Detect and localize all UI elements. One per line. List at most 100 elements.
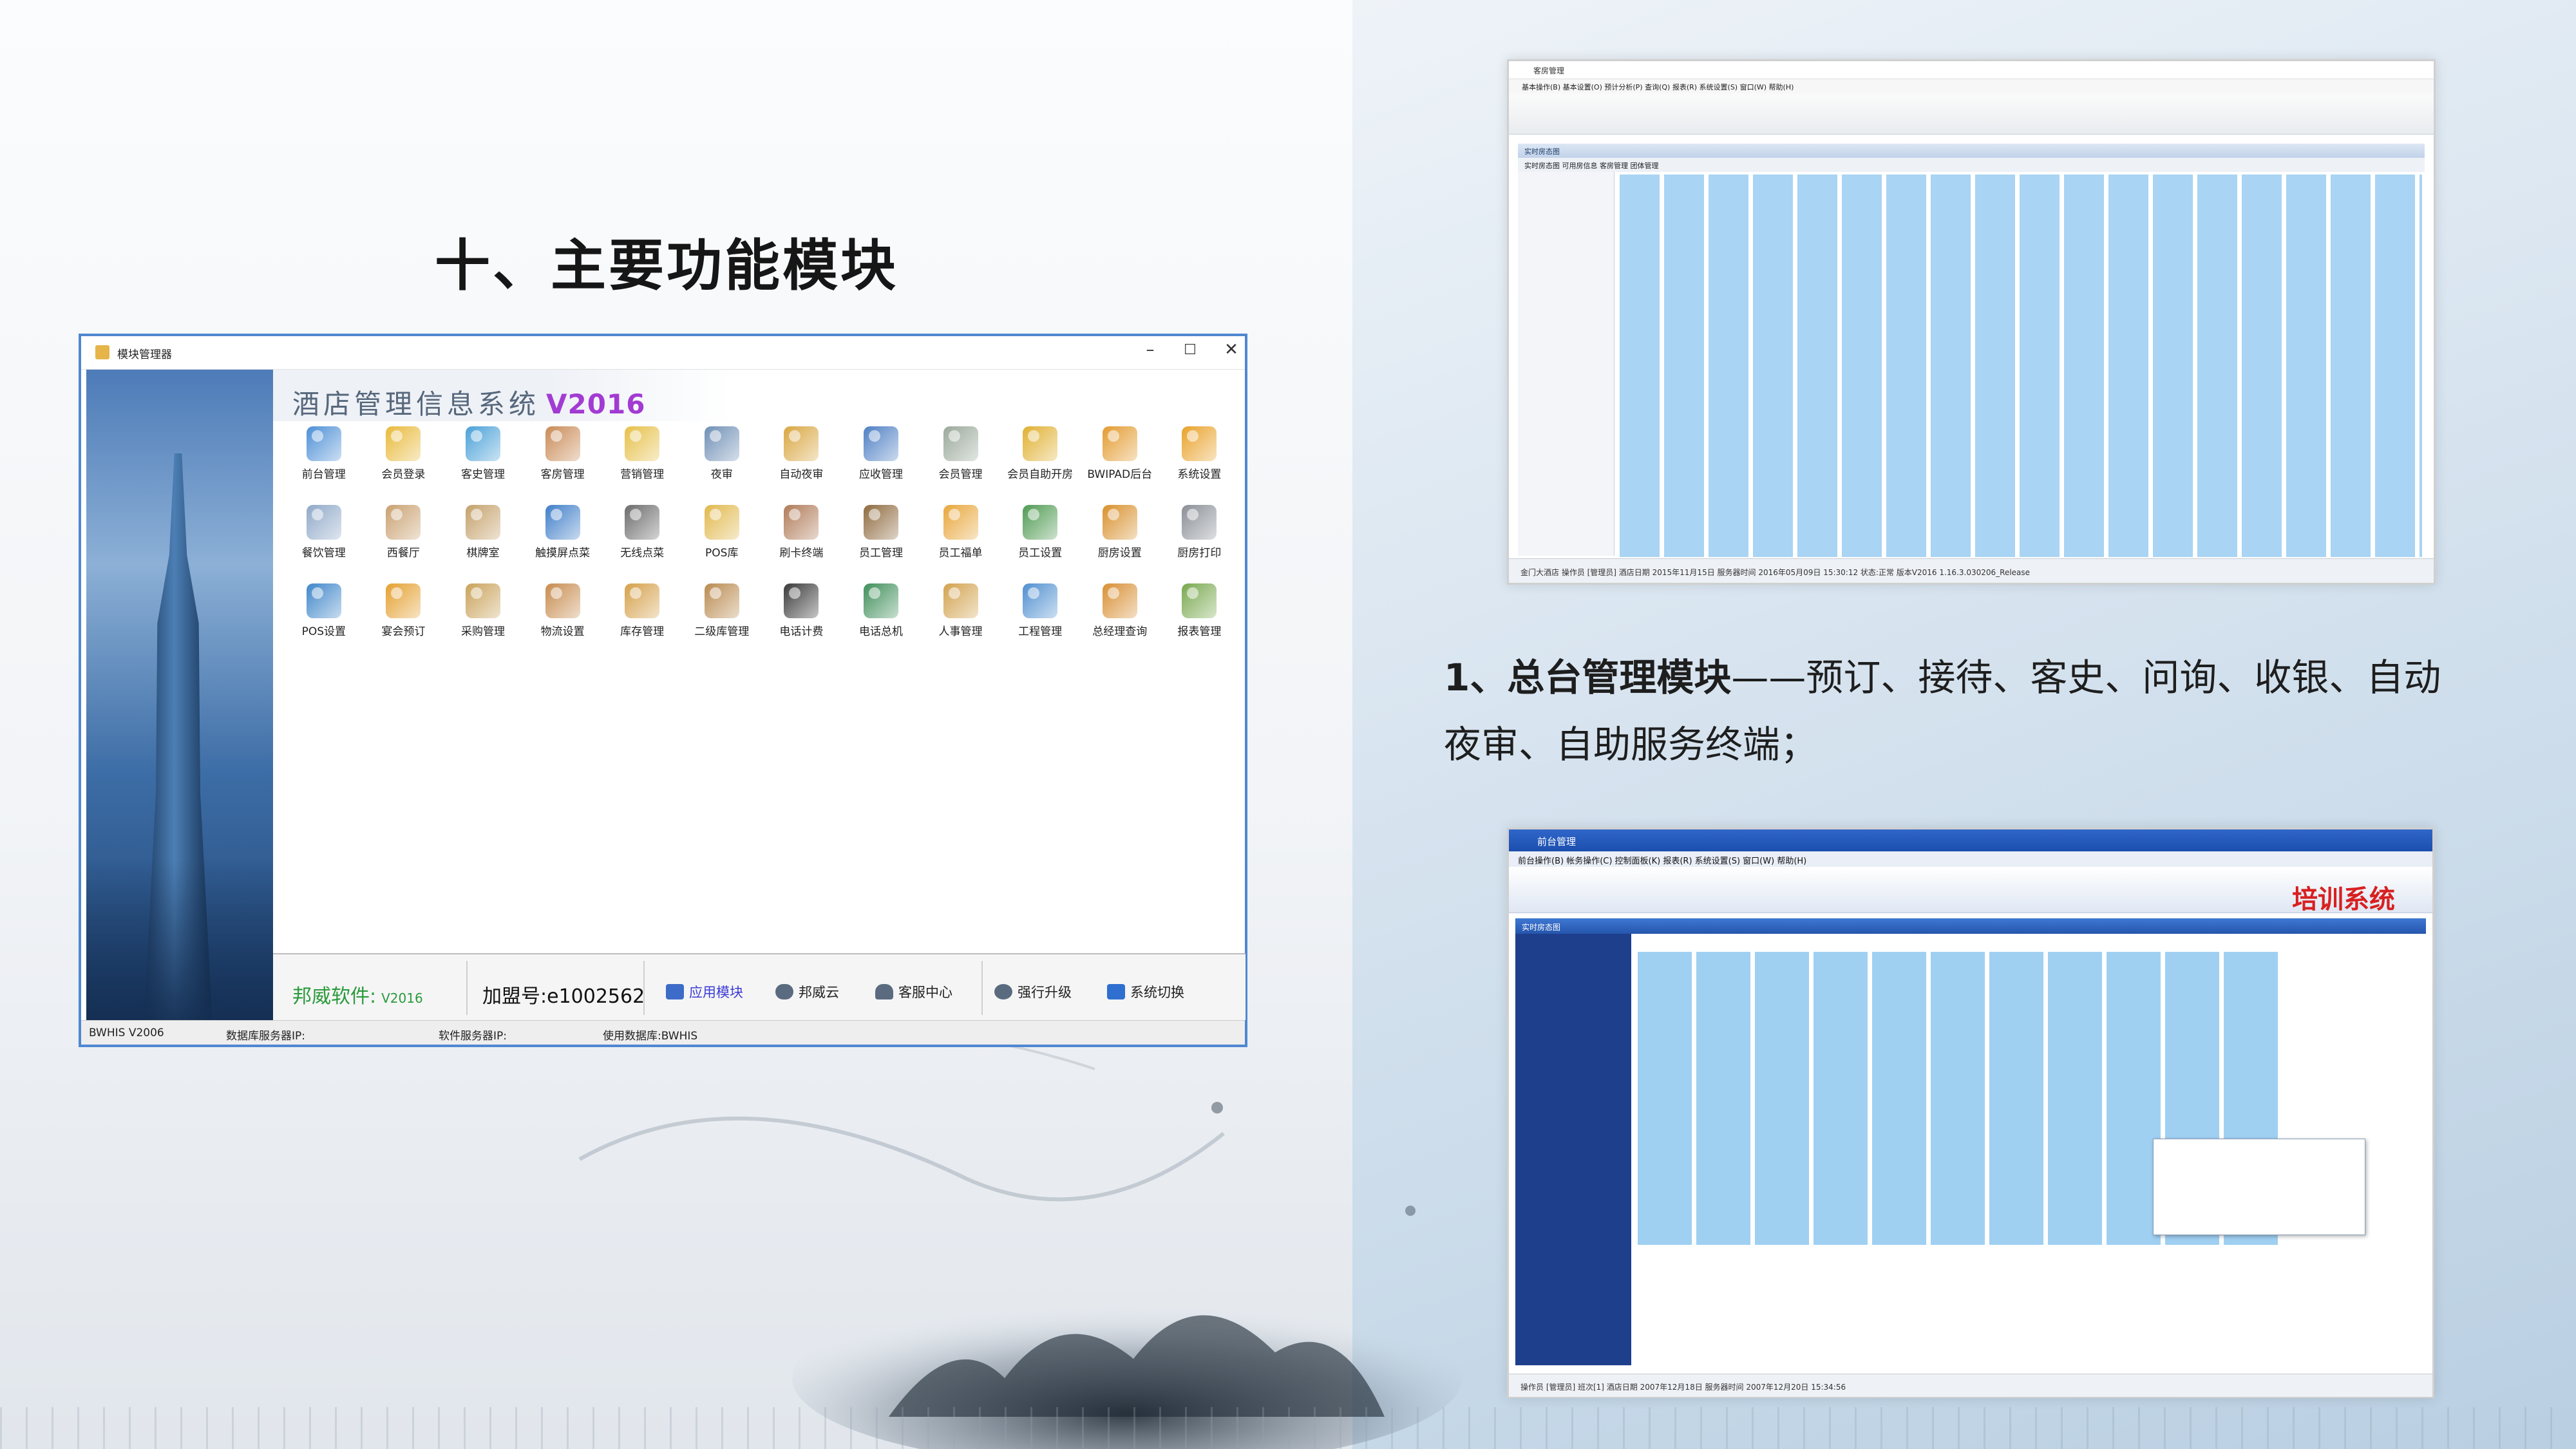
module-label: POS库 (705, 547, 739, 560)
module-item[interactable]: 西餐厅 (364, 505, 444, 583)
minimize-icon[interactable]: – (1137, 340, 1163, 359)
close-icon[interactable]: ✕ (1218, 340, 1244, 359)
fork-icon (465, 505, 500, 540)
join-number: 加盟号:e1002562 (482, 985, 645, 1008)
module-label: 物流设置 (540, 625, 585, 638)
module-item[interactable]: 无线点菜 (602, 505, 682, 583)
room-info-popup (2153, 1139, 2365, 1235)
description-line-2: 夜审、自助服务终端； (1444, 723, 1818, 766)
maximize-icon[interactable]: ☐ (1177, 342, 1203, 358)
module-item[interactable]: 报表管理 (1160, 583, 1240, 662)
force-upgrade-button[interactable]: 强行升级 (994, 982, 1072, 1001)
tower-image (86, 370, 273, 1020)
app-modules-button[interactable]: 应用模块 (666, 982, 743, 1001)
module-item[interactable]: 会员自助开房 (1000, 426, 1080, 505)
module-item[interactable]: 系统设置 (1160, 426, 1240, 505)
module-label: 员工管理 (858, 547, 903, 560)
filter-sidebar (1515, 934, 1631, 1365)
module-item[interactable]: 库存管理 (602, 583, 682, 662)
document-icon (943, 583, 978, 618)
report-icon (1182, 583, 1217, 618)
status-version: BWHIS V2006 (89, 1027, 164, 1039)
module-label: 采购管理 (460, 625, 505, 638)
system-version: V2016 (546, 388, 646, 420)
box-icon (545, 583, 580, 618)
module-item[interactable]: 应收管理 (841, 426, 921, 505)
filter-sidebar (1518, 172, 1615, 556)
monitor-icon (306, 426, 341, 461)
module-label: 客房管理 (540, 468, 585, 481)
module-item[interactable]: 触摸屏点菜 (523, 505, 603, 583)
tab-strip: 实时房态图 可用房信息 客房管理 团体管理 (1518, 158, 2425, 172)
module-label: 会员管理 (938, 468, 983, 481)
module-item[interactable]: 会员登录 (364, 426, 444, 505)
module-item[interactable]: 员工管理 (841, 505, 921, 583)
module-item[interactable]: 夜审 (682, 426, 762, 505)
module-item[interactable]: 刷卡终端 (762, 505, 842, 583)
module-item[interactable]: POS库 (682, 505, 762, 583)
box-icon (704, 583, 739, 618)
folder-icon (625, 426, 660, 461)
module-label: 厨房打印 (1177, 547, 1222, 560)
module-label: 电话总机 (858, 625, 903, 638)
checklist-icon (704, 505, 739, 540)
service-center-button[interactable]: 客服中心 (875, 982, 952, 1001)
module-item[interactable]: 厨房设置 (1080, 505, 1160, 583)
cloud-icon (775, 984, 793, 999)
gear-icon (1102, 426, 1137, 461)
module-item[interactable]: 采购管理 (443, 583, 523, 662)
module-item[interactable]: 客史管理 (443, 426, 523, 505)
module-label: 会员登录 (381, 468, 426, 481)
module-item[interactable]: 人事管理 (921, 583, 1001, 662)
module-item[interactable]: 员工设置 (1000, 505, 1080, 583)
module-item[interactable]: 物流设置 (523, 583, 603, 662)
module-grid: 前台管理 会员登录 客史管理 客房管理 营销管理 夜审 自动夜审 应收管理 会员管理 会员自助开房… (284, 426, 1295, 662)
module-label: 前台管理 (301, 468, 346, 481)
status-bar: BWHIS V2006 数据库服务器IP: 软件服务器IP: 使用数据库:BWH… (81, 1020, 1245, 1045)
module-item[interactable]: 前台管理 (284, 426, 364, 505)
window-title: 模块管理器 (117, 348, 172, 361)
module-label: 客史管理 (460, 468, 505, 481)
module-item[interactable]: 自动夜审 (762, 426, 842, 505)
modules-icon (666, 984, 684, 999)
module-item[interactable]: BWIPAD后台 (1080, 426, 1160, 505)
module-label: 西餐厅 (386, 547, 420, 560)
bangwei-cloud-button[interactable]: 邦威云 (775, 982, 839, 1001)
system-switch-button[interactable]: 系统切换 (1107, 982, 1184, 1001)
transfer-icon (863, 426, 898, 461)
app-icon (95, 345, 109, 359)
module-item[interactable]: 工程管理 (1000, 583, 1080, 662)
module-item[interactable]: POS设置 (284, 583, 364, 662)
module-label: 员工福单 (938, 547, 983, 560)
module-item[interactable]: 客房管理 (523, 426, 603, 505)
module-item[interactable]: 棋牌室 (443, 505, 523, 583)
module-item[interactable]: 员工福单 (921, 505, 1001, 583)
module-item[interactable]: 宴会预订 (364, 583, 444, 662)
window-titlebar: 客房管理 (1509, 61, 2434, 79)
status-bar: 金门大酒店 操作员 [管理员] 酒店日期 2015年11月15日 服务器时间 2… (1509, 558, 2434, 583)
module-item[interactable]: 营销管理 (602, 426, 682, 505)
window-titlebar: 模块管理器 – ☐ ✕ (81, 336, 1245, 370)
touch-icon (545, 505, 580, 540)
module-item[interactable]: 电话总机 (841, 583, 921, 662)
training-system-label: 培训系统 (2292, 885, 2395, 914)
globe-icon (863, 583, 898, 618)
module-item[interactable]: 会员管理 (921, 426, 1001, 505)
box-icon (465, 583, 500, 618)
section-title: 十、主要功能模块 (435, 234, 898, 298)
module-label: 应收管理 (858, 468, 903, 481)
module-item[interactable]: 二级库管理 (682, 583, 762, 662)
fork-icon (386, 505, 421, 540)
module-item[interactable]: 餐饮管理 (284, 505, 364, 583)
module-label: 营销管理 (620, 468, 665, 481)
module-label: 报表管理 (1177, 625, 1222, 638)
brand-label: 邦威软件: V2016 (292, 985, 423, 1008)
pos-icon (306, 583, 341, 618)
module-item[interactable]: 总经理查询 (1080, 583, 1160, 662)
module-item[interactable]: 厨房打印 (1160, 505, 1240, 583)
window-title: 前台管理 (1537, 836, 1577, 848)
module-label: BWIPAD后台 (1087, 468, 1153, 481)
module-item[interactable]: 电话计费 (762, 583, 842, 662)
module-description: 1、总台管理模块——预订、接待、客史、问询、收银、自动 夜审、自助服务终端； (1444, 644, 2461, 778)
module-label: 会员自助开房 (1007, 468, 1074, 481)
